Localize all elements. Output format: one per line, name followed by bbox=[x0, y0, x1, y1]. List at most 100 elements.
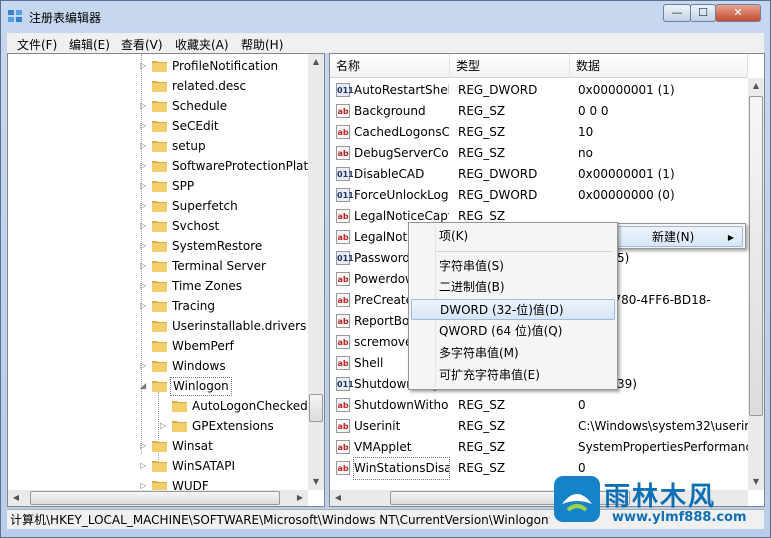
value-data: 0x00000001 (1) bbox=[578, 83, 675, 97]
tree-item[interactable]: WbemPerf bbox=[8, 336, 308, 356]
tree-scroll-right-button[interactable]: ▶ bbox=[292, 490, 308, 506]
tree-hscroll-thumb[interactable] bbox=[30, 491, 280, 505]
collapse-arrow-icon[interactable]: ◢ bbox=[140, 382, 148, 390]
column-header-data[interactable]: 数据 bbox=[570, 54, 748, 78]
submenu-item-qword-value[interactable]: QWORD (64 位)值(Q) bbox=[411, 321, 615, 342]
tree-scroll-thumb[interactable] bbox=[309, 394, 323, 422]
expand-arrow-icon[interactable]: ▷ bbox=[140, 202, 148, 210]
tree-item[interactable]: AutoLogonChecked bbox=[8, 396, 308, 416]
tree-item[interactable]: ◢ Winlogon bbox=[8, 376, 308, 396]
value-row[interactable]: ab DebugServerCommand REG_SZ no bbox=[330, 143, 750, 164]
tree-item-label: SPP bbox=[172, 179, 195, 193]
expand-arrow-icon[interactable]: ▷ bbox=[160, 422, 168, 430]
value-type: REG_DWORD bbox=[458, 188, 538, 202]
tree-item[interactable]: ▷ Tracing bbox=[8, 296, 308, 316]
close-button[interactable]: ✕ bbox=[715, 4, 761, 22]
key-tree-pane[interactable]: ▷ ProfileNotification related.desc ▷ Schedul… bbox=[7, 53, 325, 507]
tree-item[interactable]: Userinstallable.drivers bbox=[8, 316, 308, 336]
value-data: 10 bbox=[578, 125, 594, 139]
title-bar[interactable]: 注册表编辑器 — ☐ ✕ bbox=[1, 1, 770, 31]
string-value-icon: ab bbox=[336, 293, 350, 307]
tree-item[interactable]: ▷ Time Zones bbox=[8, 276, 308, 296]
tree-item[interactable]: ▷ Schedule bbox=[8, 96, 308, 116]
menu-favorites[interactable]: 收藏夹(A) bbox=[175, 36, 229, 53]
tree-item[interactable]: ▷ WinSATAPI bbox=[8, 456, 308, 476]
value-type: REG_DWORD bbox=[458, 83, 538, 97]
tree-item-label: SystemRestore bbox=[172, 239, 263, 253]
tree-item[interactable]: ▷ Terminal Server bbox=[8, 256, 308, 276]
menu-edit[interactable]: 编辑(E) bbox=[69, 36, 110, 53]
expand-arrow-icon[interactable]: ▷ bbox=[140, 182, 148, 190]
tree-item[interactable]: ▷ SoftwareProtectionPlatfo bbox=[8, 156, 320, 176]
folder-icon bbox=[152, 119, 167, 132]
expand-arrow-icon[interactable]: ▷ bbox=[140, 282, 148, 290]
tree-item[interactable]: ▷ SeCEdit bbox=[8, 116, 308, 136]
list-scroll-up-button[interactable]: ▲ bbox=[748, 78, 764, 94]
expand-arrow-icon[interactable]: ▷ bbox=[140, 122, 148, 130]
value-row[interactable]: ab VMApplet REG_SZ SystemPropertiesPerforma… bbox=[330, 437, 750, 458]
expand-arrow-icon[interactable]: ▷ bbox=[140, 142, 148, 150]
tree-vertical-scrollbar[interactable]: ▲ ▼ bbox=[308, 54, 324, 490]
tree-item-label: related.desc bbox=[172, 79, 247, 93]
tree-scroll-up-button[interactable]: ▲ bbox=[308, 54, 324, 70]
submenu-item-expandable-string-value[interactable]: 可扩充字符串值(E) bbox=[411, 365, 615, 386]
folder-icon bbox=[152, 359, 167, 372]
expand-arrow-icon[interactable]: ▷ bbox=[140, 102, 148, 110]
value-row[interactable]: 011ForceUnlockLogon REG_DWORD 0x00000000 (… bbox=[330, 185, 750, 206]
expand-arrow-icon[interactable]: ▷ bbox=[140, 262, 148, 270]
watermark-title: 雨林木风 bbox=[604, 482, 717, 512]
tree-horizontal-scrollbar[interactable]: ◀ ▶ bbox=[8, 490, 308, 506]
dword-value-icon: 011 bbox=[336, 377, 354, 391]
expand-arrow-icon[interactable]: ▷ bbox=[140, 242, 148, 250]
value-row[interactable]: ab Userinit REG_SZ C:\Windows\system32\user… bbox=[330, 416, 750, 437]
maximize-button[interactable]: ☐ bbox=[690, 4, 716, 22]
context-menu-new[interactable]: 新建(N) ▶ bbox=[613, 226, 743, 247]
menu-help[interactable]: 帮助(H) bbox=[241, 36, 283, 53]
submenu-item-dword-value[interactable]: DWORD (32-位)值(D) bbox=[411, 299, 615, 320]
value-row[interactable]: ab ShutdownWithoutLogon REG_SZ 0 bbox=[330, 395, 750, 416]
tree-item[interactable]: ▷ Winsat bbox=[8, 436, 308, 456]
list-vertical-scrollbar[interactable]: ▲ ▼ bbox=[748, 78, 764, 490]
list-scroll-left-button[interactable]: ◀ bbox=[330, 490, 346, 506]
value-row[interactable]: ab CachedLogonsCount REG_SZ 10 bbox=[330, 122, 750, 143]
column-header-name[interactable]: 名称 bbox=[330, 54, 450, 78]
tree-item[interactable]: ▷ SystemRestore bbox=[8, 236, 308, 256]
tree-item[interactable]: ▷ ProfileNotification bbox=[8, 56, 308, 76]
value-row[interactable]: 011 AutoRestartShell REG_DWORD 0x00000001 (… bbox=[330, 80, 750, 101]
menu-view[interactable]: 查看(V) bbox=[121, 36, 163, 53]
value-type: REG_SZ bbox=[458, 104, 506, 118]
tree-item[interactable]: ▷ GPExtensions bbox=[8, 416, 308, 436]
submenu-item-key[interactable]: 项(K) bbox=[411, 226, 615, 247]
value-row[interactable]: ab Background REG_SZ 0 0 0 bbox=[330, 101, 750, 122]
value-name: CachedLogonsCount bbox=[354, 125, 449, 139]
tree-item[interactable]: ▷ Superfetch bbox=[8, 196, 308, 216]
expand-arrow-icon[interactable]: ▷ bbox=[140, 462, 148, 470]
tree-scroll-left-button[interactable]: ◀ bbox=[8, 490, 24, 506]
minimize-button[interactable]: — bbox=[663, 4, 691, 22]
tree-item[interactable]: ▷ Svchost bbox=[8, 216, 308, 236]
tree-item-label: Superfetch bbox=[172, 199, 238, 213]
menu-file[interactable]: 文件(F) bbox=[17, 36, 57, 53]
tree-item[interactable]: ▷ Windows bbox=[8, 356, 308, 376]
expand-arrow-icon[interactable]: ▷ bbox=[140, 222, 148, 230]
expand-arrow-icon[interactable]: ▷ bbox=[140, 162, 148, 170]
tree-item[interactable]: ▷ setup bbox=[8, 136, 308, 156]
tree-item[interactable]: ▷ SPP bbox=[8, 176, 308, 196]
submenu-arrow-icon: ▶ bbox=[727, 233, 734, 242]
submenu-item-binary-value[interactable]: 二进制值(B) bbox=[411, 277, 615, 298]
expand-arrow-icon[interactable]: ▷ bbox=[140, 62, 148, 70]
tree-item-label: Winlogon bbox=[170, 377, 232, 396]
expand-arrow-icon[interactable]: ▷ bbox=[140, 482, 148, 490]
value-type: REG_SZ bbox=[458, 440, 506, 454]
expand-arrow-icon[interactable]: ▷ bbox=[140, 442, 148, 450]
expand-arrow-icon[interactable]: ▷ bbox=[140, 362, 148, 370]
value-data: 0x00000000 (0) bbox=[578, 188, 675, 202]
tree-item[interactable]: related.desc bbox=[8, 76, 308, 96]
column-header-type[interactable]: 类型 bbox=[450, 54, 570, 78]
list-scroll-thumb[interactable] bbox=[749, 96, 763, 416]
tree-scroll-down-button[interactable]: ▼ bbox=[308, 474, 324, 490]
submenu-item-string-value[interactable]: 字符串值(S) bbox=[411, 256, 615, 277]
value-row[interactable]: 011 DisableCAD REG_DWORD 0x00000001 (1) bbox=[330, 164, 750, 185]
expand-arrow-icon[interactable]: ▷ bbox=[140, 302, 148, 310]
submenu-item-multi-string-value[interactable]: 多字符串值(M) bbox=[411, 343, 615, 364]
